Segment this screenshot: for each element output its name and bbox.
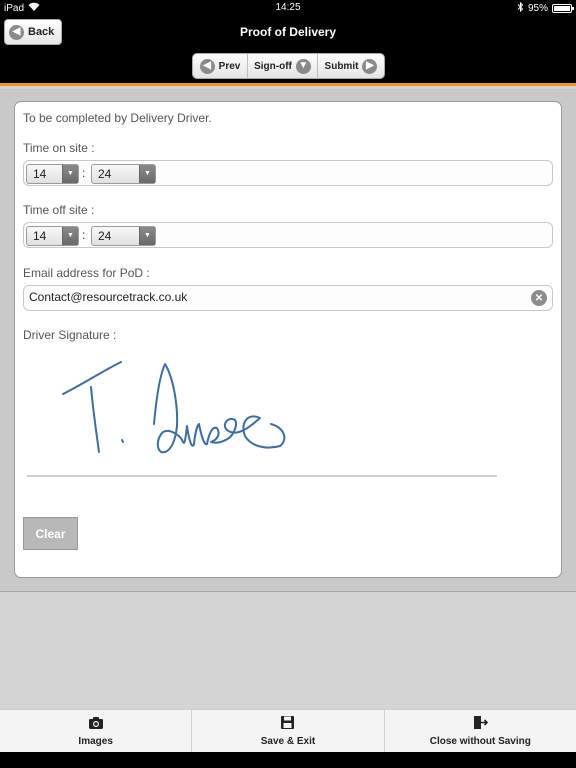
time-off-site-field: 14 ▼ : 24 ▼ [23, 222, 553, 248]
signature-label: Driver Signature : [23, 328, 117, 342]
instruction-text: To be completed by Delivery Driver. [23, 111, 212, 125]
prev-button[interactable]: ◀ Prev [193, 54, 248, 78]
images-button-label: Images [78, 735, 113, 747]
arrow-left-icon: ◀ [199, 58, 215, 74]
time-off-site-minute-select[interactable]: 24 ▼ [91, 226, 156, 246]
signature-line [27, 475, 497, 477]
save-exit-button[interactable]: Save & Exit [192, 710, 385, 752]
content-area: To be completed by Delivery Driver. Time… [0, 89, 576, 592]
close-without-saving-label: Close without Saving [429, 736, 531, 747]
page-title: Proof of Delivery [239, 25, 337, 39]
dropdown-arrow-icon: ▼ [62, 165, 78, 183]
time-on-site-minute-select[interactable]: 24 ▼ [91, 164, 156, 184]
email-label: Email address for PoD : [23, 266, 150, 280]
signature-drawing [62, 361, 286, 454]
exit-door-icon [472, 715, 489, 733]
signoff-button-label: Sign-off [254, 60, 292, 72]
time-off-site-label: Time off site : [23, 203, 95, 217]
signoff-button[interactable]: Sign-off ▼ [248, 54, 318, 78]
bottom-toolbar: Images Save & Exit Close without Saving [0, 709, 576, 752]
status-time: 14:25 [275, 2, 301, 13]
time-separator: : [82, 228, 86, 242]
images-button[interactable]: Images [0, 710, 193, 752]
pod-form-card: To be completed by Delivery Driver. Time… [14, 101, 562, 578]
time-off-site-hour-select[interactable]: 14 ▼ [26, 226, 79, 246]
bottom-bar [0, 752, 576, 768]
time-on-site-minute-value: 24 [98, 167, 112, 181]
time-separator: : [82, 166, 86, 180]
floppy-disk-icon [280, 715, 295, 733]
battery-icon [552, 4, 574, 13]
time-on-site-hour-select[interactable]: 14 ▼ [26, 164, 79, 184]
dropdown-arrow-icon: ▼ [139, 165, 155, 183]
email-input[interactable] [29, 290, 519, 304]
clear-input-icon[interactable]: ✕ [531, 290, 547, 306]
time-off-site-minute-value: 24 [98, 229, 112, 243]
prev-button-label: Prev [218, 60, 241, 72]
dropdown-arrow-icon: ▼ [139, 227, 155, 245]
battery-percent: 95% [527, 3, 548, 14]
time-on-site-hour-value: 14 [33, 167, 47, 181]
clear-signature-button[interactable]: Clear [23, 517, 78, 550]
submit-button-label: Submit [324, 60, 359, 72]
app-header: ◀ Back Proof of Delivery ◀ Prev Sign-off… [0, 16, 576, 86]
arrow-right-icon: ▶ [362, 58, 378, 74]
time-on-site-label: Time on site : [23, 141, 95, 155]
save-exit-button-label: Save & Exit [260, 736, 316, 747]
camera-icon [88, 716, 104, 733]
bluetooth-icon [517, 1, 524, 15]
status-bar: iPad 14:25 95% [0, 0, 576, 16]
signature-pad[interactable] [35, 342, 335, 457]
chevron-down-icon: ▼ [295, 58, 311, 74]
dropdown-arrow-icon: ▼ [62, 227, 78, 245]
email-field: ✕ [23, 285, 553, 311]
submit-button[interactable]: Submit ▶ [318, 54, 384, 78]
time-off-site-hour-value: 14 [33, 229, 47, 243]
step-navigation: ◀ Prev Sign-off ▼ Submit ▶ [192, 53, 385, 79]
close-without-saving-button[interactable]: Close without Saving [385, 710, 576, 752]
time-on-site-field: 14 ▼ : 24 ▼ [23, 160, 553, 186]
